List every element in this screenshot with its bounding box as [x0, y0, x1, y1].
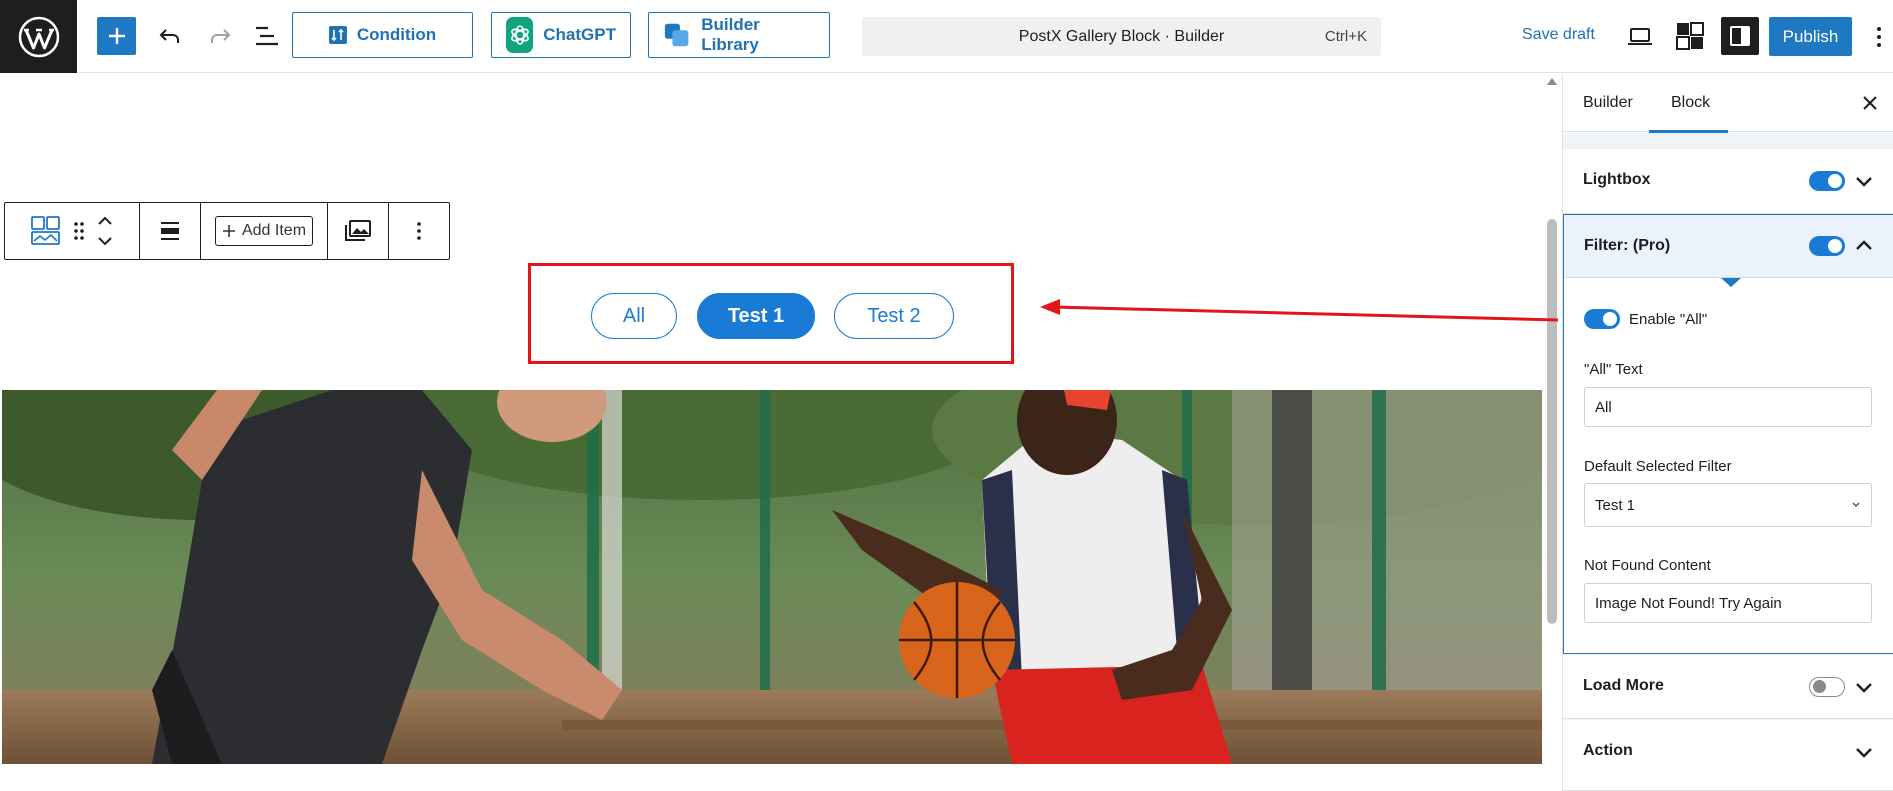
top-toolbar: Condition ChatGPT Builder Library PostX … — [0, 0, 1893, 73]
chevron-down-icon[interactable] — [1853, 741, 1875, 763]
panel-filter-header[interactable]: Filter: (Pro) — [1564, 215, 1893, 278]
panel-filter-title: Filter: (Pro) — [1584, 237, 1671, 254]
panel-notch — [1721, 278, 1741, 287]
block-toolbar: Add Item — [4, 202, 450, 260]
filter-button-test-1[interactable]: Test 1 — [697, 293, 815, 339]
filter-toggle[interactable] — [1809, 236, 1845, 256]
plus-icon — [108, 28, 125, 44]
load-more-toggle[interactable] — [1809, 677, 1845, 697]
block-type-group — [5, 203, 140, 259]
chevron-down-icon[interactable] — [1853, 170, 1875, 192]
list-view-icon — [256, 26, 278, 46]
panel-lightbox[interactable]: Lightbox — [1563, 149, 1893, 214]
lightbox-toggle[interactable] — [1809, 171, 1845, 191]
annotation-arrow — [1040, 299, 1559, 322]
drag-handle-icon[interactable] — [73, 221, 85, 241]
undo-icon — [159, 29, 179, 43]
panel-filter: Filter: (Pro) Enable "All" "All" Text Al… — [1563, 214, 1893, 654]
add-block-button[interactable] — [97, 17, 136, 55]
enable-all-label: Enable "All" — [1629, 311, 1708, 328]
wordpress-logo-icon[interactable] — [0, 0, 77, 73]
plus-icon — [222, 225, 235, 237]
scroll-up-arrow-icon[interactable] — [1547, 78, 1557, 85]
panel-action-title: Action — [1583, 742, 1633, 759]
publish-button[interactable]: Publish — [1769, 17, 1852, 56]
close-icon[interactable] — [1859, 92, 1881, 114]
condition-icon — [328, 26, 347, 44]
redo-icon — [211, 29, 231, 43]
builder-icon-button[interactable] — [1672, 18, 1708, 54]
more-vertical-icon — [1877, 27, 1881, 47]
tab-block[interactable]: Block — [1671, 94, 1710, 112]
condition-label: Condition — [356, 25, 437, 44]
block-options-button[interactable] — [389, 203, 449, 259]
tab-builder[interactable]: Builder — [1583, 94, 1633, 112]
builder-library-label: Builder Library — [701, 15, 760, 54]
canvas-scrollbar[interactable] — [1543, 74, 1561, 791]
align-button[interactable] — [140, 203, 201, 259]
chatgpt-label: ChatGPT — [543, 25, 616, 44]
enable-all-toggle[interactable] — [1584, 309, 1620, 329]
panel-load-more-title: Load More — [1583, 677, 1664, 694]
panel-load-more[interactable]: Load More — [1563, 655, 1893, 719]
all-text-label: "All" Text — [1584, 361, 1643, 378]
laptop-icon — [1628, 28, 1652, 45]
chevron-down-icon[interactable] — [1853, 676, 1875, 698]
more-vertical-icon — [417, 222, 421, 240]
builder-library-button[interactable]: Builder Library — [648, 12, 830, 58]
align-icon — [161, 222, 179, 240]
sidebar-tabs: Builder Block — [1563, 74, 1893, 133]
settings-sidebar-toggle[interactable] — [1721, 17, 1759, 55]
blocks-grid-icon — [1676, 22, 1704, 50]
all-text-input[interactable]: All — [1584, 387, 1872, 427]
sidebar-icon — [1730, 26, 1750, 46]
gallery-block-icon[interactable] — [31, 216, 61, 246]
settings-sidebar: Builder Block Lightbox Filter: (Pro) Ena… — [1562, 74, 1893, 791]
panel-action[interactable]: Action — [1563, 720, 1893, 791]
editor-app: Condition ChatGPT Builder Library PostX … — [0, 0, 1893, 791]
not-found-input[interactable]: Image Not Found! Try Again — [1584, 583, 1872, 623]
default-filter-select[interactable]: Test 1 — [1584, 483, 1872, 527]
device-preview-button[interactable] — [1622, 19, 1658, 55]
add-item-label: Add Item — [241, 222, 307, 239]
gallery-image[interactable] — [2, 390, 1542, 764]
chatgpt-button[interactable]: ChatGPT — [491, 12, 631, 58]
add-item-group: Add Item — [201, 203, 328, 259]
keyboard-shortcut: Ctrl+K — [1324, 28, 1367, 45]
panel-lightbox-title: Lightbox — [1583, 171, 1651, 188]
redo-button[interactable] — [203, 19, 237, 53]
default-filter-value: Test 1 — [1595, 496, 1636, 514]
add-item-button[interactable]: Add Item — [214, 216, 314, 246]
document-overview-button[interactable] — [250, 19, 284, 53]
scrollbar-thumb[interactable] — [1547, 219, 1557, 624]
command-palette-bar[interactable]: PostX Gallery Block · Builder Ctrl+K — [862, 17, 1381, 56]
not-found-label: Not Found Content — [1584, 557, 1711, 574]
sidebar-panels: Lightbox Filter: (Pro) Enable "All" "All… — [1563, 133, 1893, 791]
default-filter-label: Default Selected Filter — [1584, 458, 1732, 475]
undo-button[interactable] — [153, 19, 187, 53]
media-library-button[interactable] — [328, 203, 389, 259]
gallery-images-icon — [345, 220, 371, 241]
chevron-down-icon — [1852, 502, 1860, 507]
options-menu-button[interactable] — [1868, 19, 1890, 55]
move-up-down-icon[interactable] — [97, 214, 113, 248]
library-icon — [664, 23, 689, 47]
save-draft-button[interactable]: Save draft — [1522, 26, 1595, 44]
condition-button[interactable]: Condition — [292, 12, 473, 58]
filter-button-test-2[interactable]: Test 2 — [834, 293, 954, 339]
document-title: PostX Gallery Block · Builder — [1018, 27, 1225, 45]
chatgpt-icon — [506, 17, 534, 53]
filter-button-all[interactable]: All — [591, 293, 677, 339]
chevron-up-icon[interactable] — [1853, 235, 1875, 257]
